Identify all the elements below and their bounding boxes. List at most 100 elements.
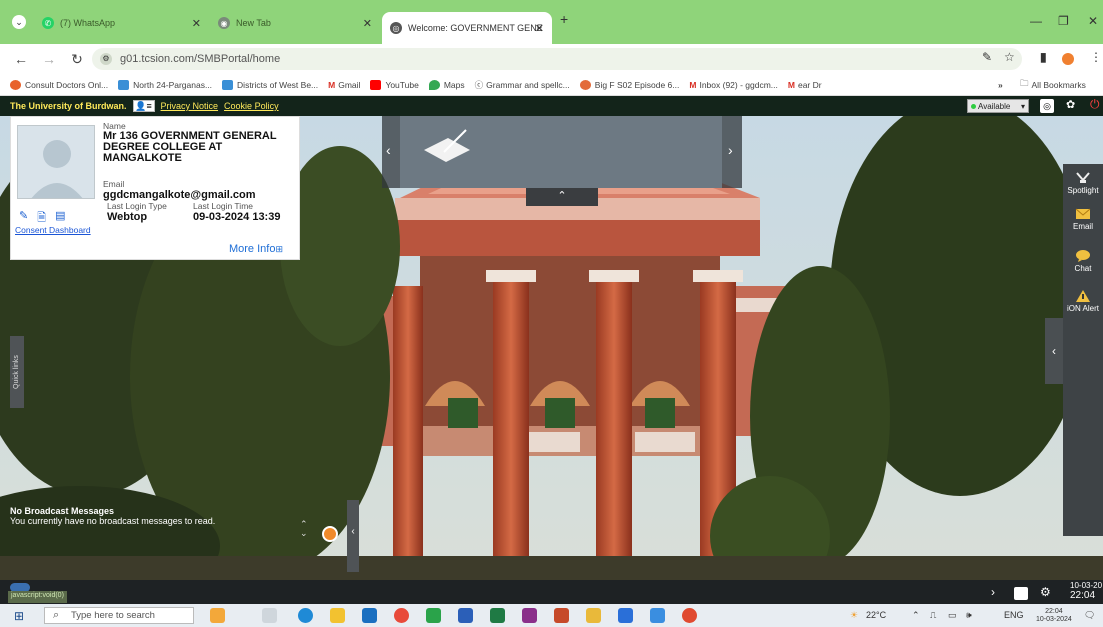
bookmark-item[interactable]: YouTube [370, 79, 419, 90]
expand-icon: ⊞ [275, 244, 283, 254]
back-icon[interactable]: ← [14, 51, 28, 67]
carousel-next-icon[interactable]: › [728, 142, 733, 158]
volume-icon[interactable]: 🕪 [966, 610, 972, 621]
footer-next-icon[interactable]: › [991, 585, 995, 599]
collapse-carousel-icon[interactable]: ⌃ [526, 188, 598, 206]
language-indicator[interactable]: ENG [1004, 610, 1024, 620]
app-footer [0, 580, 1103, 604]
notifications-icon[interactable]: 🗨 [1084, 610, 1095, 621]
forward-icon[interactable]: → [42, 51, 56, 67]
bookmark-item[interactable]: M Inbox (92) - ggdcm... [689, 80, 778, 90]
notification-icon[interactable]: ✿ [1066, 98, 1075, 111]
more-bookmarks-button[interactable]: » [998, 80, 1003, 90]
app-clock-time: 22:04 [1070, 590, 1096, 601]
dock-label: Chat [1074, 264, 1092, 273]
broadcast-panel: No Broadcast Messages You currently have… [10, 506, 350, 526]
availability-value: Available [978, 101, 1011, 111]
tab-new-tab[interactable]: ◉ New Tab ✕ [210, 11, 380, 35]
dock-ion-alert[interactable]: iON Alert [1063, 290, 1103, 313]
camera-icon[interactable]: ◎ [1040, 99, 1054, 113]
app-icon[interactable] [426, 608, 441, 623]
media-icon[interactable] [650, 608, 665, 623]
broadcast-badge-icon[interactable] [322, 526, 338, 542]
bookmark-star-icon[interactable]: ☆ [1004, 50, 1015, 64]
grammar-icon: ⓒ [474, 79, 484, 90]
bookmark-item[interactable]: Big F S02 Episode 6... [579, 79, 679, 90]
dock-email[interactable]: Email [1063, 208, 1103, 231]
chevron-down-icon: ▾ [1020, 101, 1025, 111]
cookie-policy-link[interactable]: Cookie Policy [224, 101, 279, 111]
broadcast-collapse-icon[interactable]: ‹ [347, 500, 359, 572]
bookmark-item[interactable]: M Gmail [328, 80, 360, 90]
bookmark-item[interactable]: Consult Doctors Onl... [10, 79, 108, 90]
site-info-icon[interactable]: ⚙ [100, 53, 112, 65]
battery-icon[interactable]: ▭ [948, 610, 957, 621]
tab-whatsapp[interactable]: ✆ (7) WhatsApp ✕ [34, 11, 209, 35]
tab-strip-icon[interactable]: ▮ [1040, 50, 1047, 64]
close-tab-icon[interactable]: ✕ [192, 17, 201, 30]
all-bookmarks-button[interactable]: 🗀 All Bookmarks [1020, 78, 1086, 92]
power-icon[interactable]: ⏻ [1090, 97, 1100, 112]
powerpoint-icon[interactable] [554, 608, 569, 623]
tab-search-icon[interactable]: ⌄ [12, 15, 26, 29]
bookmark-item[interactable]: North 24-Parganas... [118, 79, 213, 90]
quick-links-handle[interactable]: Quick links [10, 336, 24, 408]
bookmark-item[interactable]: Districts of West Be... [222, 79, 319, 90]
consent-dashboard-link[interactable]: Consent Dashboard [15, 225, 91, 235]
newtab-icon: ◉ [218, 17, 230, 29]
carousel-prev-icon[interactable]: ‹ [386, 142, 391, 158]
file-explorer-icon[interactable] [330, 608, 345, 623]
close-tab-icon[interactable]: ✕ [535, 22, 544, 35]
footer-settings-icon[interactable]: ⚙ [1040, 585, 1051, 599]
photos-icon[interactable] [618, 608, 633, 623]
chrome-icon[interactable] [394, 608, 409, 623]
bookmark-label: North 24-Parganas... [133, 79, 213, 90]
close-tab-icon[interactable]: ✕ [363, 17, 372, 30]
chrome-alt-icon[interactable] [682, 608, 697, 623]
close-window-icon[interactable]: ✕ [1088, 14, 1098, 28]
tab-label: New Tab [236, 18, 271, 28]
word-icon[interactable] [458, 608, 473, 623]
bookmark-label: Maps [443, 79, 465, 90]
network-icon[interactable]: ⎍ [930, 610, 936, 621]
user-menu-icon[interactable]: 👤≡ [132, 100, 155, 112]
footer-messages-icon[interactable] [1014, 587, 1028, 600]
gmail-icon: M [328, 79, 336, 90]
profile-avatar[interactable] [1062, 53, 1074, 65]
weather-widget-icon[interactable] [210, 608, 225, 623]
bookmark-label: Districts of West Be... [237, 79, 319, 90]
privacy-notice-link[interactable]: Privacy Notice [161, 101, 219, 111]
new-tab-button[interactable]: + [560, 11, 568, 27]
carousel: ‹ › [382, 116, 742, 188]
bookmark-item[interactable]: Mear Dr [788, 80, 822, 90]
restore-icon[interactable]: ❐ [1058, 14, 1069, 28]
store-icon[interactable] [362, 608, 377, 623]
taskbar-clock[interactable]: 22:04 10-03-2024 [1036, 608, 1072, 624]
more-info-link[interactable]: More Info⊞ [229, 243, 283, 255]
pen-icon[interactable] [586, 608, 601, 623]
carousel-image[interactable] [400, 116, 722, 188]
bookmark-label: YouTube [385, 79, 419, 90]
scroll-updown-icon[interactable]: ⌃ ⌄ [300, 520, 308, 538]
tray-chevron-icon[interactable]: ⌃ [912, 610, 920, 621]
taskbar-search-input[interactable]: ⌕ Type here to search [44, 607, 194, 624]
bookmark-label: ear Dr [797, 79, 822, 90]
dock-chat[interactable]: Chat [1063, 250, 1103, 273]
excel-icon[interactable] [490, 608, 505, 623]
dock-spotlight[interactable]: Spotlight [1063, 172, 1103, 195]
url-input[interactable]: ⚙ g01.tcsion.com/SMBPortal/home [92, 48, 1022, 70]
task-view-icon[interactable] [262, 608, 277, 623]
university-name: The University of Burdwan. [10, 101, 127, 111]
tab-welcome[interactable]: ◎ Welcome: GOVERNMENT GENE ✕ [382, 12, 552, 44]
windows-start-icon[interactable]: ⊞ [14, 609, 24, 623]
reload-icon[interactable]: ↻ [70, 51, 84, 68]
edge-icon[interactable] [298, 608, 313, 623]
minimize-icon[interactable]: — [1030, 14, 1042, 28]
bookmark-item[interactable]: Maps [428, 79, 465, 90]
menu-dots-icon[interactable]: ⋮ [1090, 50, 1102, 64]
extension-icon[interactable]: ✎ [982, 50, 992, 64]
bookmark-item[interactable]: ⓒ Grammar and spellc... [475, 79, 570, 91]
dock-toggle-icon[interactable]: ‹ [1045, 318, 1063, 384]
onenote-icon[interactable] [522, 608, 537, 623]
availability-select[interactable]: Available ▾ [967, 99, 1029, 113]
